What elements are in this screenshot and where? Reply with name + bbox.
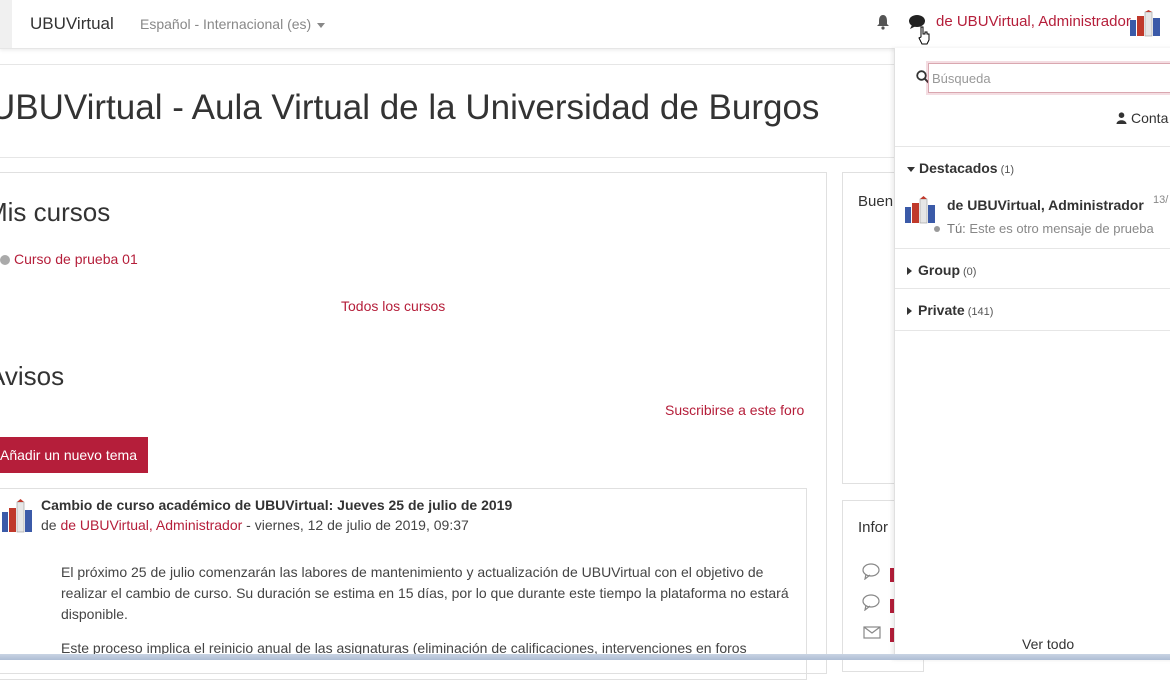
taskbar-edge: [0, 654, 1170, 660]
conversation-name[interactable]: de UBUVirtual, Administrador: [947, 197, 1144, 213]
post-date: - viernes, 12 de julio de 2019, 09:37: [242, 517, 469, 533]
language-label: Español - Internacional (es): [140, 16, 312, 32]
section-starred[interactable]: Destacados (1): [895, 146, 1170, 187]
avatar[interactable]: [903, 195, 937, 230]
contacts-link[interactable]: Conta: [1116, 110, 1168, 126]
author-link[interactable]: de UBUVirtual, Administrador: [60, 517, 242, 533]
message-drawer: [894, 48, 1170, 660]
section-count: (1): [1000, 164, 1015, 176]
section-count: (141): [967, 306, 994, 318]
section-label: Destacados: [919, 160, 998, 176]
forum-icon: [862, 593, 882, 616]
section-count: (0): [963, 266, 977, 278]
mail-icon: [862, 623, 882, 646]
conversation-date: 13/: [1153, 194, 1169, 206]
add-topic-button[interactable]: Añadir un nuevo tema: [0, 437, 148, 473]
course-link-label: Curso de prueba 01: [14, 251, 138, 267]
contacts-label: Conta: [1131, 110, 1169, 126]
drawer-toggle-stub[interactable]: [0, 0, 12, 48]
post-byline: de de UBUVirtual, Administrador - vierne…: [41, 517, 469, 533]
search-input[interactable]: [928, 63, 1170, 93]
site-brand[interactable]: UBUVirtual: [30, 14, 114, 34]
preview-text: Este es otro mensaje de prueba: [965, 221, 1154, 236]
user-icon: [1116, 112, 1127, 124]
avatar[interactable]: [1128, 10, 1162, 43]
byline-prefix: de: [41, 517, 61, 533]
post-subject: Cambio de curso académico de UBUVirtual:…: [41, 497, 513, 513]
language-menu[interactable]: Español - Internacional (es): [140, 16, 326, 32]
post-paragraph: El próximo 25 de julio comenzarán las la…: [61, 564, 789, 622]
section-group[interactable]: Group (0): [895, 248, 1170, 289]
chevron-right-icon: [907, 267, 912, 276]
subscribe-link[interactable]: Suscribirse a este foro: [665, 402, 804, 418]
section-private[interactable]: Private (141): [895, 288, 1170, 331]
chevron-down-icon: [907, 166, 915, 172]
avatar[interactable]: [0, 496, 34, 541]
all-courses-link[interactable]: Todos los cursos: [341, 298, 445, 314]
view-all-link[interactable]: Ver todo: [1022, 636, 1074, 652]
section-label: Private: [918, 302, 965, 318]
forum-icon: [862, 562, 882, 585]
side-block-title: Buen: [858, 193, 894, 210]
status-dot: [934, 226, 940, 232]
preview-prefix: Tú:: [947, 221, 966, 236]
side-block-title: Infor: [858, 519, 889, 536]
my-courses-heading: Mis cursos: [0, 197, 111, 227]
chevron-down-icon: [317, 22, 326, 28]
conversation-preview: Tú: Este es otro mensaje de prueba: [947, 221, 1154, 236]
page-title: UBUVirtual - Aula Virtual de la Universi…: [0, 88, 820, 127]
section-label: Group: [918, 262, 960, 278]
user-menu[interactable]: de UBUVirtual, Administrador: [936, 13, 1131, 30]
course-link[interactable]: Curso de prueba 01: [0, 251, 138, 267]
news-heading: Avisos: [0, 361, 65, 391]
bell-icon[interactable]: [876, 14, 890, 35]
course-icon: [0, 255, 10, 266]
chevron-right-icon: [907, 307, 912, 316]
